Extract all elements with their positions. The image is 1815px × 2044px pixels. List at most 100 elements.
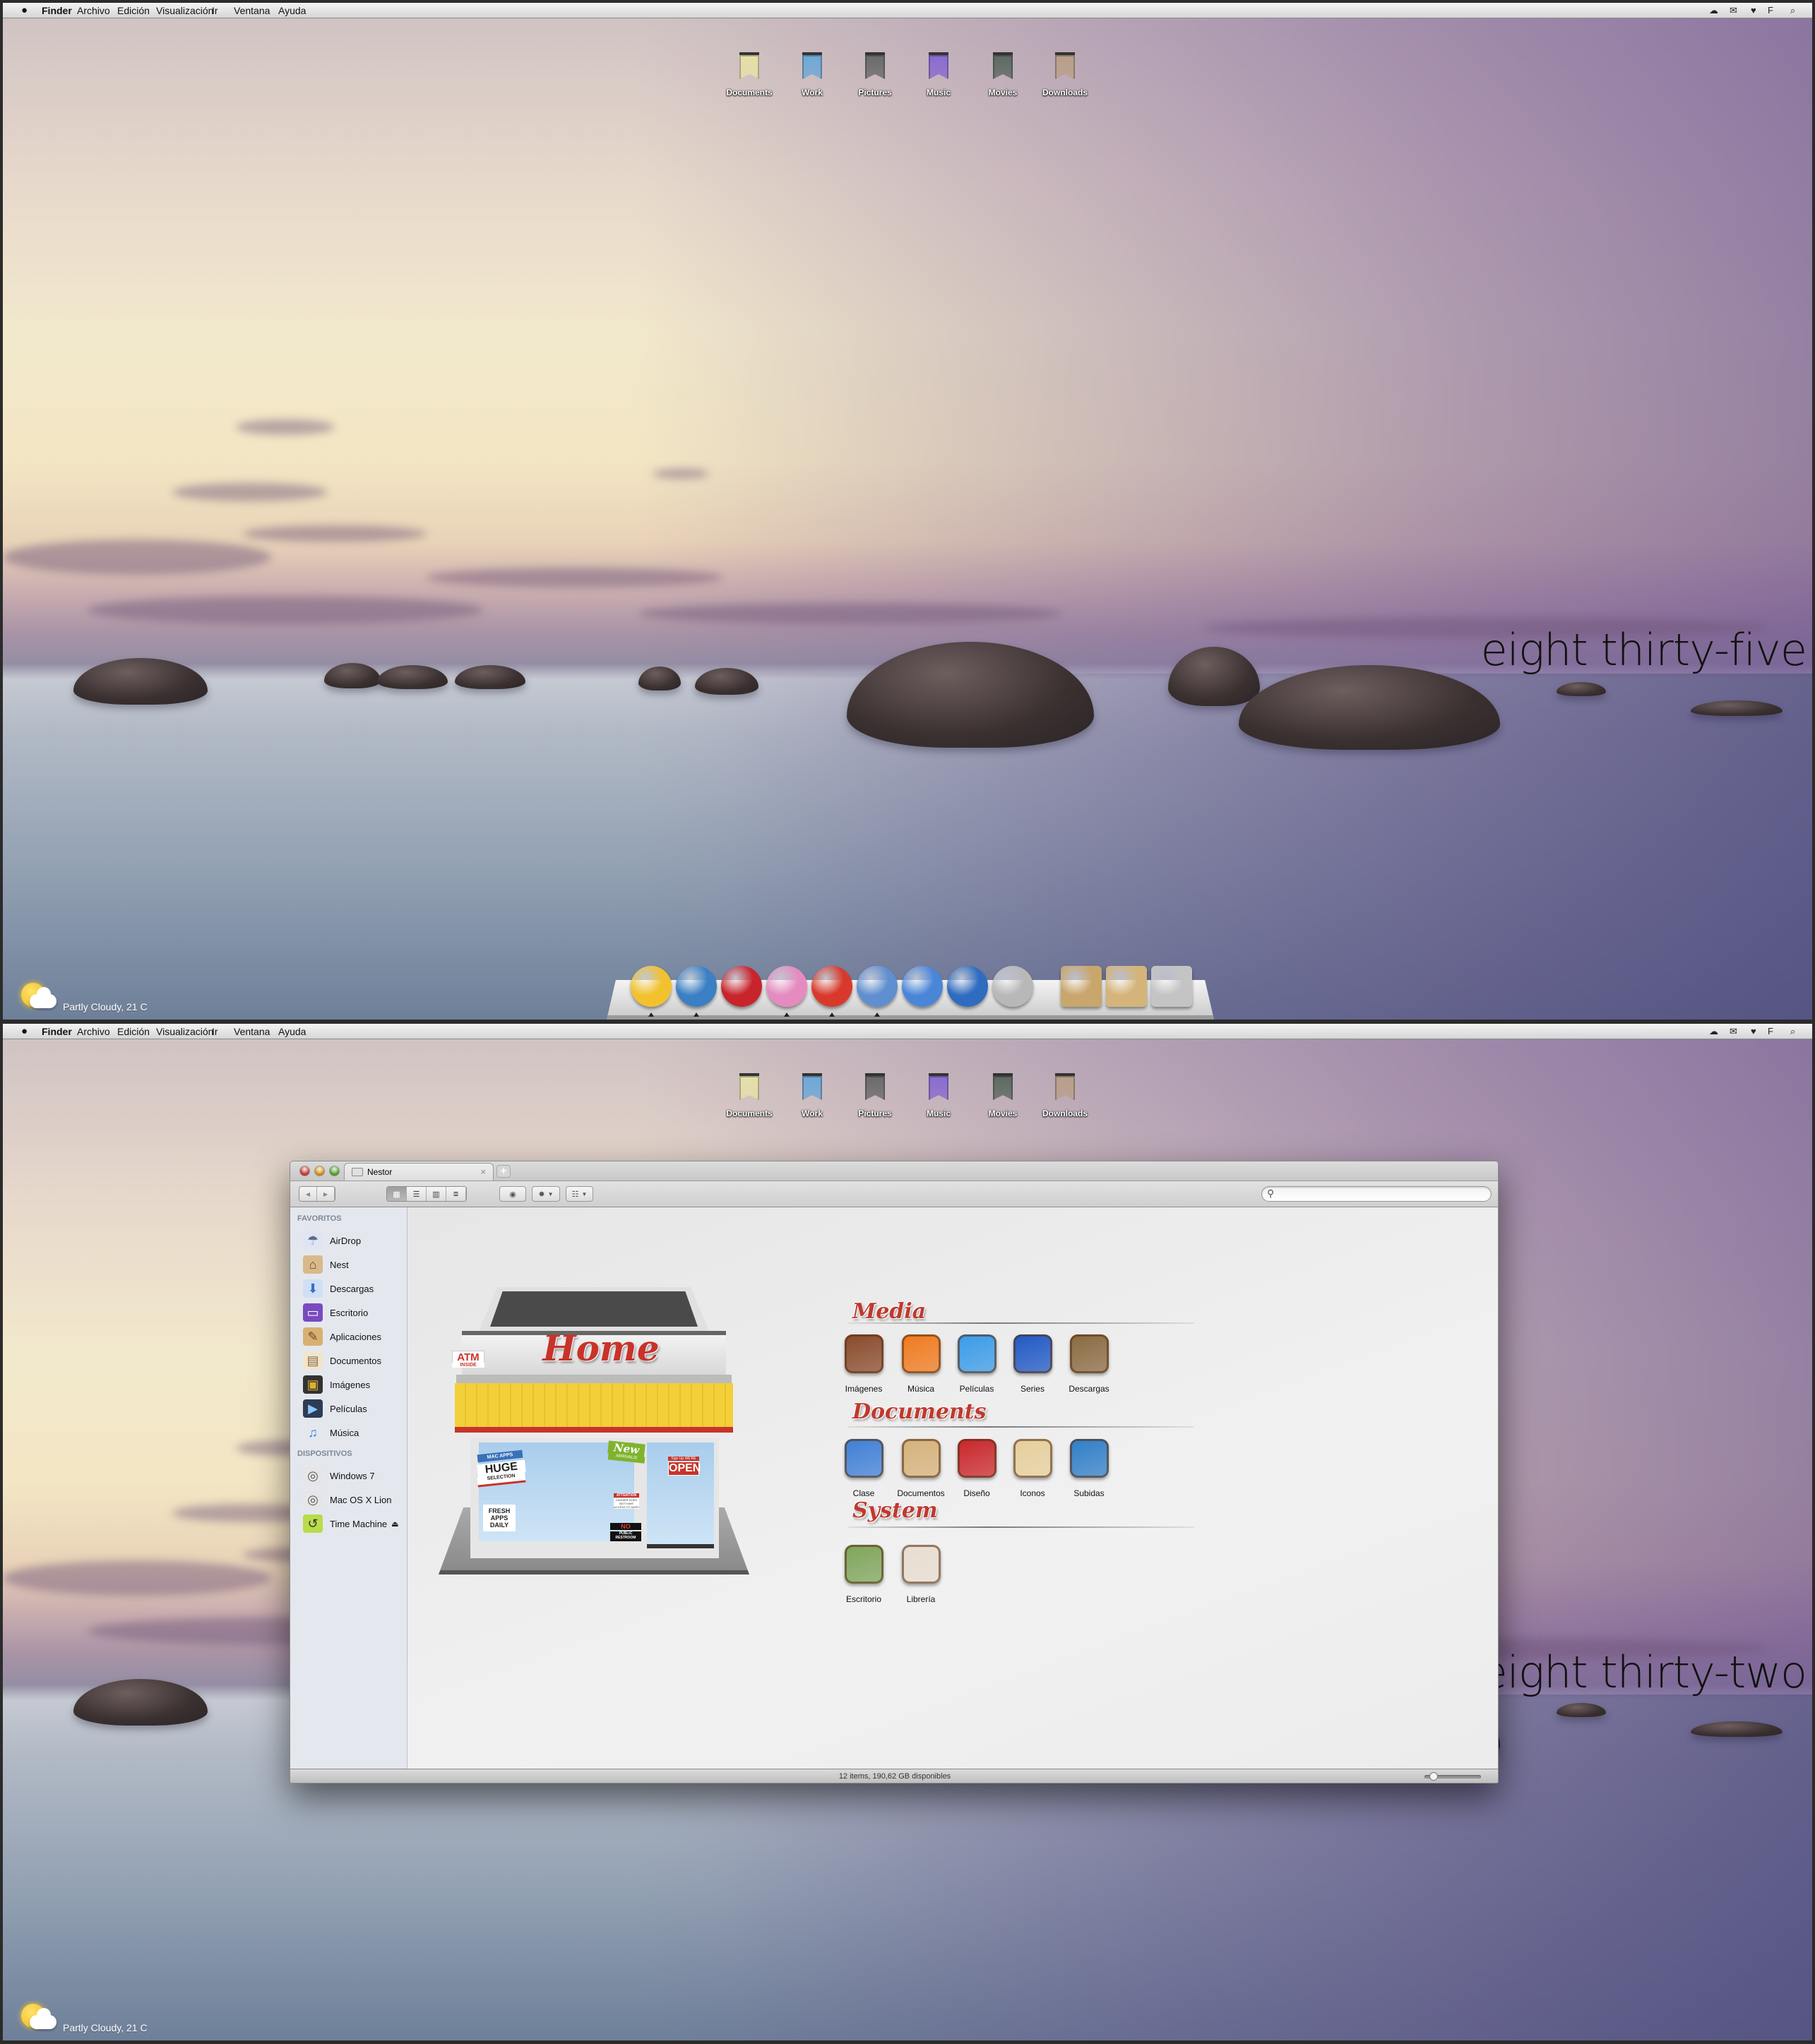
desktop-icon-pictures[interactable]: Pictures	[843, 1073, 907, 1118]
list-view-button[interactable]: ☰	[407, 1187, 427, 1201]
folder-item[interactable]: Música	[889, 1334, 953, 1394]
desktop-icon-work[interactable]: Work	[780, 1073, 844, 1118]
folder-item[interactable]: Documentos	[889, 1439, 953, 1498]
desktop-icon-work[interactable]: Work	[780, 52, 844, 97]
tab-nestor[interactable]: Nestor ×	[344, 1163, 494, 1181]
dock-item[interactable]	[1106, 966, 1147, 1007]
sidebar-item-label: Imágenes	[330, 1379, 371, 1390]
zoom-button[interactable]	[330, 1166, 339, 1176]
search-icon[interactable]: ⌕	[1790, 5, 1795, 16]
folder-item[interactable]: Descargas	[1057, 1334, 1121, 1394]
menu-archivo[interactable]: Archivo	[77, 5, 110, 16]
folder-item[interactable]: Diseño	[945, 1439, 1008, 1498]
desktop-icon-pictures[interactable]: Pictures	[843, 52, 907, 97]
sidebar-item-mac-os-x-lion[interactable]: ◎ Mac OS X Lion	[303, 1489, 405, 1510]
folder-item[interactable]: Imágenes	[832, 1334, 895, 1394]
icon-view-button[interactable]: ▦	[387, 1187, 407, 1201]
folder-item[interactable]: Librería	[889, 1545, 953, 1604]
sidebar-item-time-machine[interactable]: ↺ Time Machine ⏏	[303, 1513, 405, 1534]
dock-item[interactable]	[947, 966, 988, 1007]
dock-item[interactable]	[766, 966, 807, 1017]
sidebar-item-airdrop[interactable]: ☂ AirDrop	[303, 1230, 405, 1251]
folder-item[interactable]: Iconos	[1001, 1439, 1064, 1498]
new-tab-button[interactable]: +	[496, 1165, 511, 1178]
dock-item[interactable]	[631, 966, 672, 1017]
action-button[interactable]: ✹ ▼	[532, 1186, 560, 1202]
sidebar-item-windows-7[interactable]: ◎ Windows 7	[303, 1465, 405, 1486]
cloud-icon[interactable]: ☁	[1709, 1026, 1718, 1037]
dock-item[interactable]	[811, 966, 852, 1017]
menu-ayuda[interactable]: Ayuda	[278, 1026, 306, 1037]
folder-item[interactable]: Películas	[945, 1334, 1008, 1394]
desktop-icon-downloads[interactable]: Downloads	[1033, 1073, 1097, 1118]
heart-icon[interactable]: ♥	[1751, 5, 1756, 16]
eject-icon[interactable]: ⏏	[391, 1519, 398, 1529]
menu-ir[interactable]: Ir	[212, 5, 218, 16]
mail-icon[interactable]: ✉	[1730, 1026, 1737, 1037]
cloud	[427, 568, 723, 587]
menu-ir[interactable]: Ir	[212, 1026, 218, 1037]
sidebar-item-aplicaciones[interactable]: ✎ Aplicaciones	[303, 1326, 405, 1347]
icon-size-slider[interactable]	[1424, 1772, 1481, 1781]
desktop-icon-label: Documents	[726, 88, 773, 97]
desktop-icon-documents[interactable]: Documents	[718, 52, 781, 97]
arrange-button[interactable]: ☷ ▼	[566, 1186, 593, 1202]
desktop-icon-movies[interactable]: Movies	[971, 52, 1035, 97]
column-view-button[interactable]: ▥	[427, 1187, 446, 1201]
sidebar-item-películas[interactable]: ▶ Películas	[303, 1398, 405, 1419]
forward-button[interactable]: ▶	[317, 1187, 335, 1201]
pictures-ribbon-icon	[865, 1073, 885, 1100]
dock-item[interactable]	[721, 966, 762, 1007]
cover-flow-view-button[interactable]: ⧈	[446, 1187, 466, 1201]
dock-item[interactable]	[902, 966, 943, 1007]
menu-finder[interactable]: Finder	[42, 5, 72, 16]
close-tab-icon[interactable]: ×	[480, 1166, 486, 1177]
cloud	[236, 419, 335, 435]
apple-icon[interactable]: ●	[21, 4, 28, 16]
search-icon[interactable]: ⌕	[1790, 1026, 1795, 1037]
desktop-icon-music[interactable]: Music	[907, 52, 970, 97]
menu-archivo[interactable]: Archivo	[77, 1026, 110, 1037]
desktop-icon-movies[interactable]: Movies	[971, 1073, 1035, 1118]
dock-item[interactable]	[1151, 966, 1192, 1007]
sidebar-item-documentos[interactable]: ▤ Documentos	[303, 1350, 405, 1371]
sidebar-item-imágenes[interactable]: ▣ Imágenes	[303, 1374, 405, 1395]
folder-item[interactable]: Escritorio	[832, 1545, 895, 1604]
desktop-icon-documents[interactable]: Documents	[718, 1073, 781, 1118]
menu-edición[interactable]: Edición	[117, 1026, 150, 1037]
apple-icon[interactable]: ●	[21, 1025, 28, 1037]
dock-item[interactable]	[676, 966, 717, 1017]
menu-ayuda[interactable]: Ayuda	[278, 5, 306, 16]
menu-visualización[interactable]: Visualización	[156, 1026, 213, 1037]
section-title-documents: Documents	[852, 1399, 987, 1424]
sidebar-item-escritorio[interactable]: ▭ Escritorio	[303, 1302, 405, 1323]
dock-item[interactable]	[857, 966, 898, 1017]
desktop-icon-music[interactable]: Music	[907, 1073, 970, 1118]
facebook-icon[interactable]: F	[1768, 5, 1773, 16]
dock-item[interactable]	[1061, 966, 1102, 1007]
sidebar-item-música[interactable]: ♫ Música	[303, 1422, 405, 1443]
desktop-icon-label: Downloads	[1042, 1108, 1088, 1118]
menu-visualización[interactable]: Visualización	[156, 5, 213, 16]
desktop-icon-downloads[interactable]: Downloads	[1033, 52, 1097, 97]
quick-look-button[interactable]: ◉	[499, 1186, 526, 1202]
rock	[638, 667, 681, 691]
close-button[interactable]	[300, 1166, 309, 1176]
menu-ventana[interactable]: Ventana	[234, 1026, 270, 1037]
facebook-icon[interactable]: F	[1768, 1026, 1773, 1036]
menu-ventana[interactable]: Ventana	[234, 5, 270, 16]
menu-finder[interactable]: Finder	[42, 1026, 72, 1037]
dock-item[interactable]	[992, 966, 1033, 1007]
folder-item[interactable]: Clase	[832, 1439, 895, 1498]
search-input[interactable]: ⚲	[1261, 1186, 1492, 1202]
minimize-button[interactable]	[315, 1166, 324, 1176]
sidebar-item-descargas[interactable]: ⬇ Descargas	[303, 1278, 405, 1299]
cloud-icon[interactable]: ☁	[1709, 5, 1718, 16]
mail-icon[interactable]: ✉	[1730, 5, 1737, 16]
menu-edición[interactable]: Edición	[117, 5, 150, 16]
folder-item[interactable]: Series	[1001, 1334, 1064, 1394]
heart-icon[interactable]: ♥	[1751, 1026, 1756, 1036]
back-button[interactable]: ◀	[299, 1187, 317, 1201]
sidebar-item-nest[interactable]: ⌂ Nest	[303, 1254, 405, 1275]
folder-item[interactable]: Subidas	[1057, 1439, 1121, 1498]
